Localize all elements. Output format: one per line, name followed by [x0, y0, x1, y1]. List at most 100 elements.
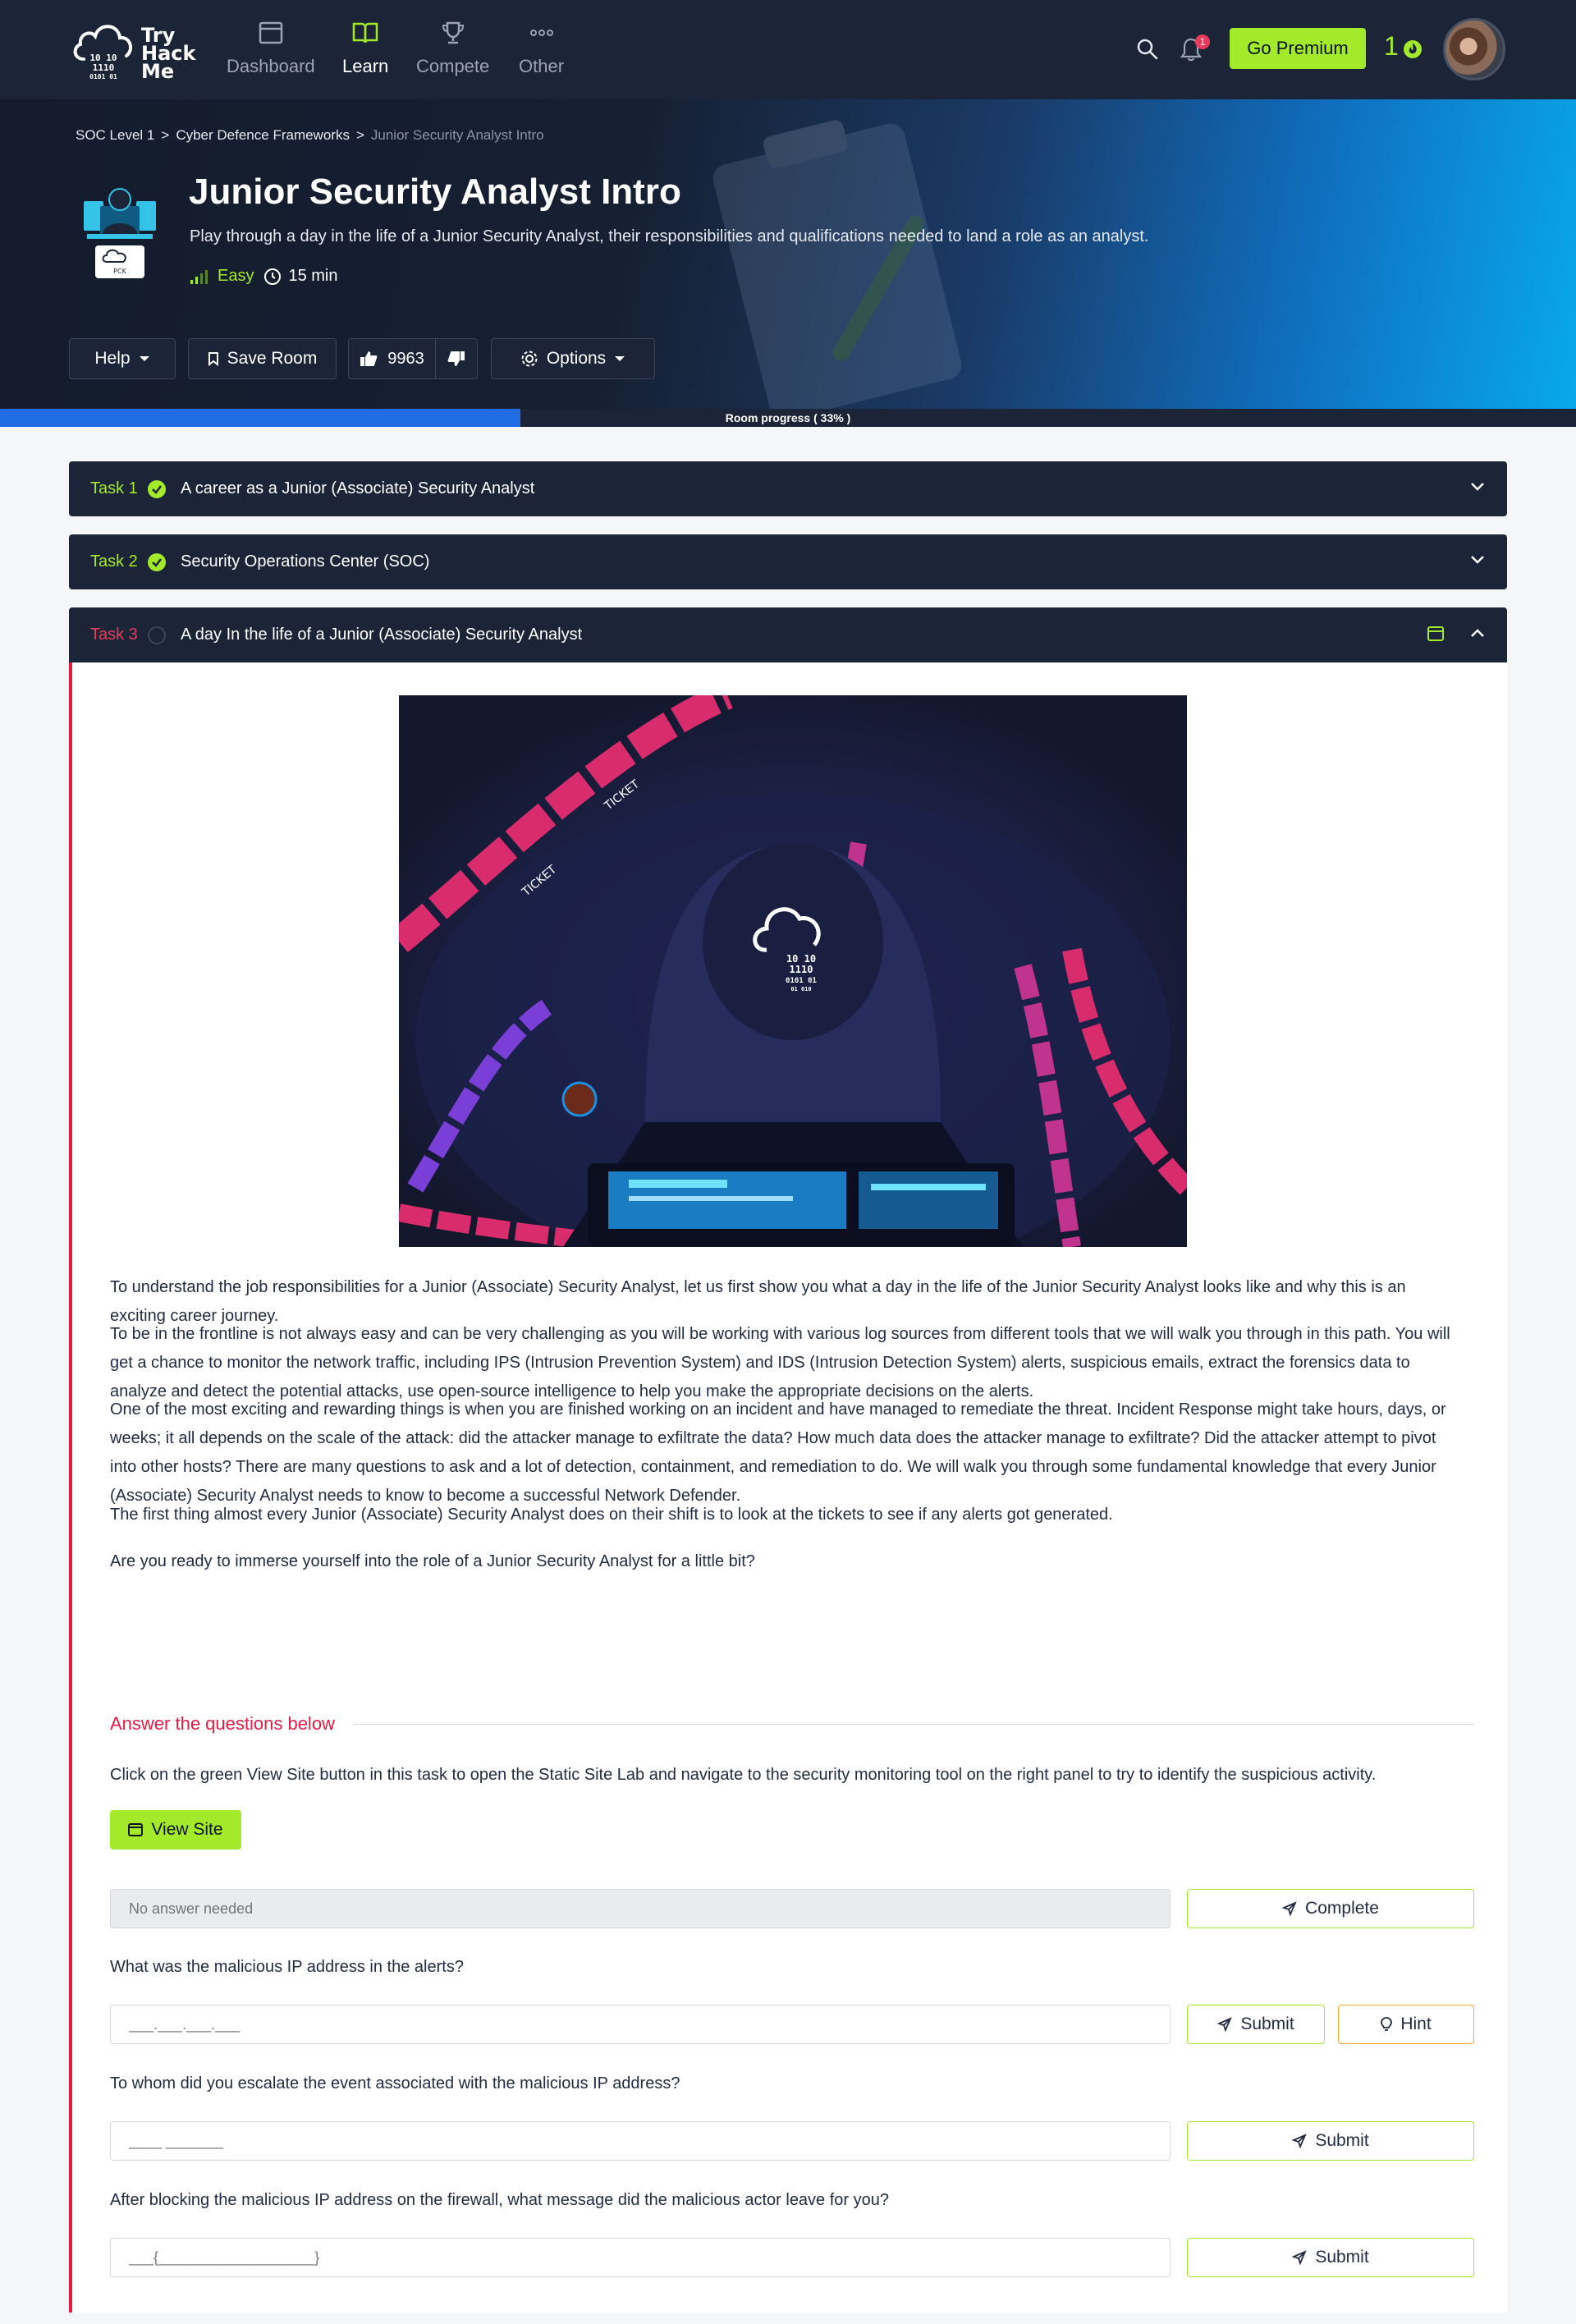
task-complete-check-icon — [148, 479, 166, 498]
duration-label: 15 min — [288, 267, 338, 285]
paper-plane-icon — [1292, 2250, 1308, 2265]
complete-label: Complete — [1305, 1899, 1379, 1918]
nav-learn-label: Learn — [342, 56, 389, 76]
more-dots-icon — [529, 30, 553, 36]
room-analyst-icon: PCK — [84, 188, 156, 278]
hint-button[interactable]: Hint — [1338, 2005, 1474, 2044]
static-site-icon[interactable] — [1427, 626, 1445, 642]
help-dropdown-button[interactable]: Help — [69, 338, 176, 379]
breadcrumb-current-room: Junior Security Analyst Intro — [370, 127, 544, 143]
task-2-header[interactable]: Task 2 Security Operations Center (SOC) — [69, 534, 1507, 589]
gear-icon — [521, 351, 538, 367]
search-icon[interactable] — [1136, 38, 1159, 61]
chevron-up-icon[interactable] — [1469, 627, 1486, 639]
bookmark-icon — [208, 352, 218, 366]
save-room-button[interactable]: Save Room — [188, 338, 337, 379]
question-escalation: To whom did you escalate the event assoc… — [110, 2074, 680, 2093]
room-progress-bar: Room progress ( 33% ) — [0, 409, 1576, 427]
task-2-title: Security Operations Center (SOC) — [181, 552, 430, 571]
clock-icon — [264, 268, 282, 285]
like-count: 9963 — [387, 349, 424, 368]
svg-text:0101 01: 0101 01 — [89, 73, 117, 80]
nav-other[interactable]: Other — [519, 16, 564, 82]
streak-count: 1 — [1384, 31, 1399, 61]
top-navbar: 10 10 1110 0101 01 Try Hack Me Dashboard… — [0, 0, 1576, 99]
question-actor-message: After blocking the malicious IP address … — [110, 2191, 890, 2209]
task-1-number: Task 1 — [90, 479, 138, 497]
hint-label: Hint — [1400, 2015, 1432, 2033]
submit-actor-message-button[interactable]: Submit — [1187, 2238, 1474, 2277]
nav-other-label: Other — [519, 56, 565, 76]
streak-counter[interactable]: 1 — [1384, 31, 1423, 62]
nav-compete-label: Compete — [416, 56, 490, 76]
paper-plane-icon — [1292, 2134, 1308, 2148]
thumbs-up-icon — [360, 351, 378, 366]
browser-window-icon — [259, 21, 283, 44]
logo-word-me: Me — [141, 60, 175, 83]
frontline-paragraph: To be in the frontline is not always eas… — [110, 1325, 1450, 1400]
tickets-paragraph: The first thing almost every Junior (Ass… — [110, 1506, 1113, 1524]
upvote-button[interactable]: 9963 — [349, 339, 436, 378]
view-site-button[interactable]: View Site — [110, 1810, 241, 1850]
clipboard-illustration-icon — [712, 120, 962, 409]
incident-response-paragraph: One of the most exciting and rewarding t… — [110, 1400, 1446, 1505]
soc-analyst-illustration: TICKET TICKET 10 10 1110 0101 01 01 010 — [399, 695, 1187, 1247]
submit-malicious-ip-button[interactable]: Submit — [1187, 2005, 1325, 2044]
caret-down-icon — [139, 356, 149, 361]
actor-message-answer-field[interactable] — [110, 2238, 1171, 2277]
difficulty-label: Easy — [218, 267, 254, 285]
nav-dashboard-label: Dashboard — [227, 56, 315, 76]
duration: 15 min — [263, 267, 338, 286]
submit-label: Submit — [1315, 2248, 1369, 2267]
illustration-logo-line-2: 1110 — [790, 964, 813, 975]
difficulty: Easy — [190, 267, 254, 286]
thumbs-down-icon — [447, 351, 465, 366]
task-complete-check-icon — [148, 552, 166, 571]
task-incomplete-circle-icon — [148, 626, 166, 644]
room-description: Play through a day in the life of a Juni… — [190, 227, 1149, 245]
view-site-label: View Site — [151, 1820, 223, 1839]
go-premium-button[interactable]: Go Premium — [1230, 28, 1366, 69]
nav-dashboard[interactable]: Dashboard — [227, 16, 315, 82]
submit-label: Submit — [1240, 2015, 1294, 2033]
illustration-logo-line-1: 10 10 — [786, 953, 816, 965]
illustration-logo-line-3: 0101 01 — [786, 977, 817, 985]
tryhackme-logo[interactable]: 10 10 1110 0101 01 Try Hack Me — [69, 11, 200, 85]
complete-button[interactable]: Complete — [1187, 1889, 1474, 1928]
chevron-down-icon[interactable] — [1469, 554, 1486, 566]
trophy-icon — [442, 21, 464, 44]
browser-window-icon — [128, 1823, 144, 1836]
task-3-body: TICKET TICKET 10 10 1110 0101 01 01 010 … — [69, 662, 1507, 2313]
chevron-down-icon[interactable] — [1469, 481, 1486, 493]
answer-heading-text: Answer the questions below — [110, 1713, 335, 1734]
lightbulb-icon — [1381, 2017, 1393, 2031]
task-3-title: A day In the life of a Junior (Associate… — [181, 626, 583, 644]
escalation-answer-field[interactable] — [110, 2121, 1171, 2161]
user-avatar[interactable] — [1443, 18, 1505, 80]
illustration-logo-line-4: 01 010 — [790, 986, 811, 992]
caret-down-icon — [615, 356, 625, 361]
no-answer-needed-field — [110, 1889, 1171, 1928]
answer-questions-heading: Answer the questions below — [110, 1713, 1474, 1735]
flame-icon — [1403, 39, 1422, 58]
book-icon — [352, 22, 378, 44]
nav-compete[interactable]: Compete — [416, 16, 489, 82]
downvote-button[interactable] — [436, 339, 477, 378]
help-label: Help — [94, 349, 131, 368]
room-progress-label: Room progress ( 33% ) — [725, 411, 851, 424]
malicious-ip-answer-field[interactable] — [110, 2005, 1171, 2044]
svg-text:1110: 1110 — [93, 62, 115, 73]
breadcrumb-soc-level-1[interactable]: SOC Level 1 — [76, 127, 154, 144]
save-room-label: Save Room — [227, 349, 318, 368]
submit-escalation-button[interactable]: Submit — [1187, 2121, 1474, 2161]
breadcrumb-separator: > — [355, 127, 364, 143]
room-title: Junior Security Analyst Intro — [189, 172, 681, 212]
heading-divider — [352, 1723, 1474, 1725]
task-3-header[interactable]: Task 3 A day In the life of a Junior (As… — [69, 607, 1507, 662]
breadcrumb-cyber-defence-frameworks[interactable]: Cyber Defence Frameworks — [176, 127, 350, 144]
task-1-header[interactable]: Task 1 A career as a Junior (Associate) … — [69, 461, 1507, 516]
options-dropdown-button[interactable]: Options — [491, 338, 655, 379]
task-3-number: Task 3 — [90, 626, 138, 644]
paper-plane-icon — [1282, 1901, 1297, 1916]
nav-learn[interactable]: Learn — [342, 16, 388, 82]
